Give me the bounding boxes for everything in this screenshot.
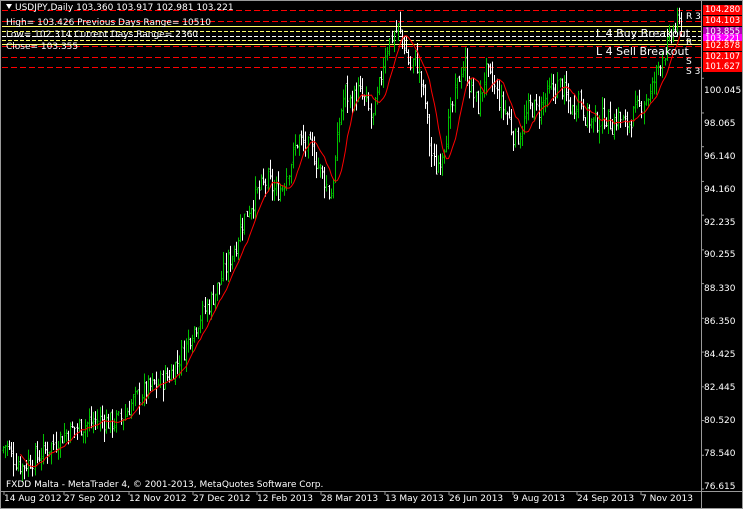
price-axis-label: 94.160 [704,185,736,195]
date-axis-label: 24 Sep 2013 [577,494,635,504]
high-info: High= 103.426 Previous Days Range= 10510 [6,18,211,28]
date-axis-label: 9 Aug 2013 [513,494,565,504]
chart-window[interactable]: USDJPY,Daily 103.360 103.917 102.981 103… [0,0,743,509]
price-axis-label: 96.140 [704,152,736,162]
price-tag: 104.103 [703,16,742,26]
price-axis-label: 78.540 [704,449,736,459]
price-axis-label: 82.445 [704,383,736,393]
r3-label: R 3 [686,12,701,22]
price-axis-label: 84.425 [704,350,736,360]
price-axis-label: 90.255 [704,250,736,260]
price-tag: 102.878 [703,41,742,51]
symbol-info: USDJPY,Daily 103.360 103.917 102.981 103… [6,3,234,13]
low-info: Low= 102.314 Current Days Range= 2360 [6,30,199,40]
date-axis-label: 27 Sep 2012 [64,494,122,504]
price-axis-label: 76.615 [704,482,736,492]
price-axis-label: 88.330 [704,284,736,294]
price-tag: 102.107 [703,52,742,62]
close-info: Close= 103.355 [6,42,79,52]
sell-breakout-label: L 4 Sell Breakout [596,45,689,58]
r-label: R [686,38,693,48]
buy-breakout-label: L 4 Buy Breakout [596,27,690,40]
date-axis-label: 7 Nov 2013 [641,494,693,504]
price-axis-label: 98.065 [704,119,736,129]
price-axis-label: 80.520 [704,416,736,426]
price-chart[interactable] [0,0,743,509]
price-tag: 104.280 [703,5,742,15]
date-axis-label: 28 Mar 2013 [321,494,379,504]
candles [2,7,683,482]
collapse-triangle-icon[interactable] [6,4,12,9]
date-axis-label: 14 Aug 2012 [4,494,62,504]
s3-label: S 3 [686,67,701,77]
symbol-line: USDJPY,Daily 103.360 103.917 102.981 103… [15,3,234,13]
price-axis-label: 100.045 [704,86,742,96]
date-axis-label: 12 Nov 2012 [129,494,187,504]
price-axis-label: 86.350 [704,317,736,327]
date-axis-label: 26 Jun 2013 [449,494,504,504]
copyright-text: FXDD Malta - MetaTrader 4, © 2001-2013, … [6,480,324,490]
price-tag: 101.627 [703,62,742,72]
date-axis-label: 12 Feb 2013 [257,494,314,504]
plot-border [0,0,743,509]
price-axis-label: 92.235 [704,218,736,228]
date-axis-label: 13 May 2013 [385,494,444,504]
s-label: S [686,57,692,67]
date-axis-label: 27 Dec 2012 [193,494,251,504]
